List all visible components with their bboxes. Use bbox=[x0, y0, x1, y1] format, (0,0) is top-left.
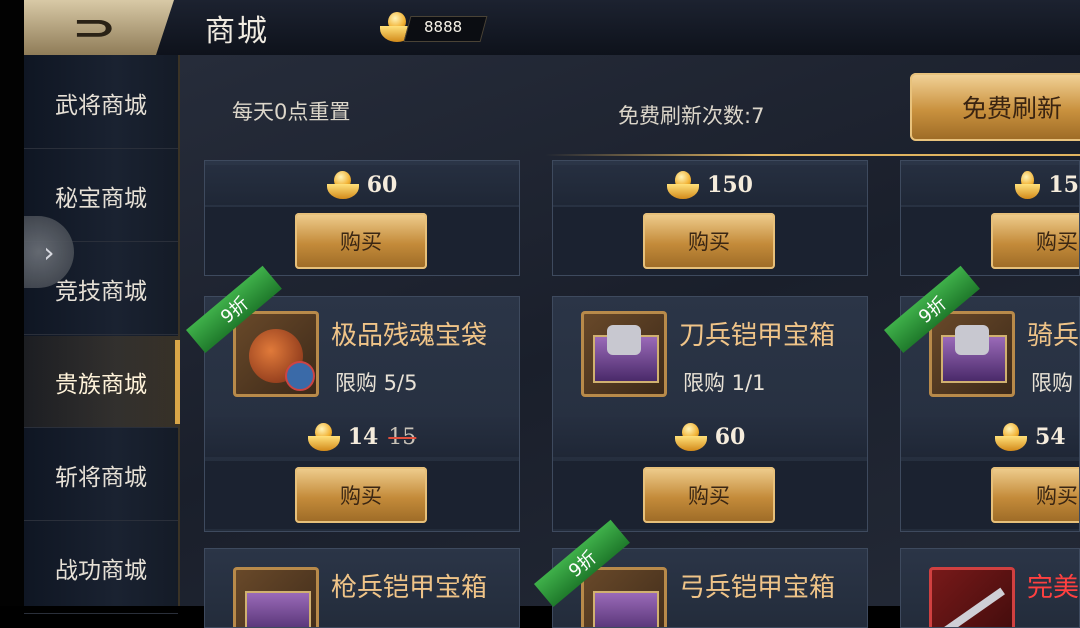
gold-ingot-icon bbox=[995, 423, 1027, 451]
price-row: 14 15 bbox=[205, 417, 519, 457]
item-icon-armor-chest bbox=[929, 311, 1015, 397]
item-name: 极品残魂宝袋 bbox=[331, 321, 488, 351]
gold-ingot-icon bbox=[1015, 171, 1041, 199]
price: 150 bbox=[707, 172, 753, 198]
chevron-right-icon: › bbox=[43, 235, 55, 269]
back-button[interactable]: ⊃ bbox=[24, 0, 174, 55]
button-area: 购买 bbox=[205, 207, 519, 275]
shop-card: 15 购买 bbox=[900, 160, 1080, 276]
item-icon-weapon bbox=[929, 567, 1015, 627]
buy-button[interactable]: 购买 bbox=[295, 467, 427, 523]
item-icon-armor-chest bbox=[581, 311, 667, 397]
price: 60 bbox=[714, 424, 746, 450]
purchase-limit: 限购 1/1 bbox=[683, 371, 766, 395]
price-row: 54 bbox=[901, 417, 1079, 457]
buy-button[interactable]: 购买 bbox=[295, 213, 427, 269]
sidebar-item-noble-shop[interactable]: 贵族商城 bbox=[24, 336, 180, 428]
item-name: 刀兵铠甲宝箱 bbox=[679, 321, 836, 351]
button-area: 购买 bbox=[901, 207, 1079, 275]
item-name: 枪兵铠甲宝箱 bbox=[331, 573, 488, 603]
button-area: 购买 bbox=[553, 207, 867, 275]
price: 60 bbox=[366, 172, 398, 198]
divider-line bbox=[545, 154, 1080, 156]
buy-button[interactable]: 购买 bbox=[643, 213, 775, 269]
gold-ingot-icon bbox=[667, 171, 700, 199]
sidebar: 武将商城 秘宝商城 竞技商城 贵族商城 斩将商城 战功商城 bbox=[24, 55, 180, 614]
shop-card: 150 购买 bbox=[552, 160, 868, 276]
shop-card: 60 购买 bbox=[204, 160, 520, 276]
screen-edge bbox=[0, 0, 24, 606]
shop-card: 完美 bbox=[900, 548, 1080, 628]
button-area: 购买 bbox=[553, 461, 867, 529]
price-row: 60 bbox=[205, 165, 519, 205]
price: 15 bbox=[1048, 172, 1079, 198]
button-area: 购买 bbox=[205, 461, 519, 529]
gold-ingot-icon bbox=[326, 171, 359, 199]
sidebar-item-slay-shop[interactable]: 斩将商城 bbox=[24, 429, 178, 521]
buy-button[interactable]: 购买 bbox=[991, 213, 1079, 269]
price-row: 150 bbox=[553, 165, 867, 205]
price-row: 15 bbox=[901, 165, 1079, 205]
purchase-limit: 限购 bbox=[1031, 371, 1073, 395]
back-arrow-icon: ⊃ bbox=[71, 7, 117, 48]
top-bar bbox=[24, 0, 1080, 57]
item-name: 完美 bbox=[1027, 573, 1080, 603]
gold-ingot-icon bbox=[674, 423, 707, 451]
currency-amount: 8888 bbox=[424, 18, 463, 36]
item-name: 弓兵铠甲宝箱 bbox=[679, 573, 836, 603]
buy-button[interactable]: 购买 bbox=[991, 467, 1079, 523]
shop-card: 刀兵铠甲宝箱 限购 1/1 60 购买 bbox=[552, 296, 868, 532]
reset-note: 每天0点重置 bbox=[232, 100, 351, 124]
item-icon-armor-chest bbox=[233, 567, 319, 627]
shop-card: 枪兵铠甲宝箱 bbox=[204, 548, 520, 628]
original-price: 15 bbox=[388, 424, 417, 450]
price: 54 bbox=[1035, 424, 1066, 450]
item-name: 骑兵 bbox=[1027, 321, 1080, 351]
price: 14 bbox=[347, 424, 379, 450]
shop-card: 极品残魂宝袋 限购 5/5 14 15 购买 bbox=[204, 296, 520, 532]
price-row: 60 bbox=[553, 417, 867, 457]
sidebar-item-hero-shop[interactable]: 武将商城 bbox=[24, 57, 178, 149]
refresh-count: 免费刷新次数:7 bbox=[618, 104, 765, 128]
purchase-limit: 限购 5/5 bbox=[335, 371, 418, 395]
item-icon-armor-chest bbox=[581, 567, 667, 627]
item-icon-soul-bag bbox=[233, 311, 319, 397]
buy-button[interactable]: 购买 bbox=[643, 467, 775, 523]
gold-ingot-icon bbox=[307, 423, 340, 451]
sidebar-item-merit-shop[interactable]: 战功商城 bbox=[24, 522, 178, 614]
free-refresh-button[interactable]: 免费刷新 bbox=[910, 73, 1080, 141]
button-area: 购买 bbox=[901, 461, 1079, 529]
page-title: 商城 bbox=[205, 14, 269, 49]
